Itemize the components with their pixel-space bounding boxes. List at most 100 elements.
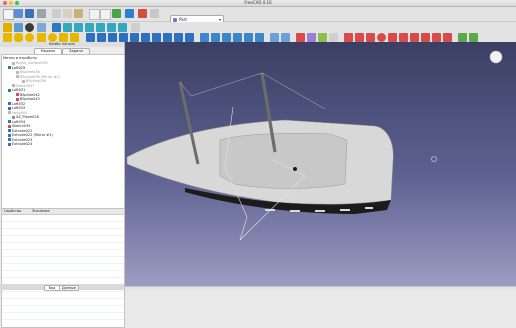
common-icon[interactable] [233, 33, 242, 42]
stereo-icon[interactable] [37, 23, 46, 32]
tree-item[interactable]: Extrude022 (Mirror #1) [8, 133, 53, 137]
sweep-icon[interactable] [163, 33, 172, 42]
cut-shape-icon[interactable] [211, 33, 220, 42]
save-document-icon[interactable] [25, 9, 34, 18]
view-bottom-icon[interactable] [107, 23, 116, 32]
refresh-icon[interactable] [112, 9, 121, 18]
fillet-icon[interactable] [119, 33, 128, 42]
new-document-icon[interactable] [3, 9, 14, 20]
tree-item[interactable]: Loft032 [8, 102, 25, 106]
sketcher-fillet-icon[interactable] [421, 33, 430, 42]
sketch-icon [8, 124, 11, 128]
cut-icon[interactable] [52, 9, 61, 18]
sketcher-bspline-icon[interactable] [410, 33, 419, 42]
view-rear-icon[interactable] [96, 23, 105, 32]
part-torus-icon[interactable] [48, 33, 57, 42]
sketcher-map-icon[interactable] [329, 33, 338, 42]
tree-item[interactable]: Loft034 [8, 120, 25, 124]
sketcher-arc-icon[interactable] [366, 33, 375, 42]
revolve-icon[interactable] [97, 33, 106, 42]
tab-data[interactable]: Данные [59, 285, 79, 291]
boolean-icon[interactable] [200, 33, 209, 42]
sketcher-external-icon[interactable] [443, 33, 452, 42]
sketcher-edit-icon[interactable] [307, 33, 316, 42]
tree-item[interactable]: BSpline036 [22, 79, 46, 83]
draw-style-icon[interactable] [25, 23, 34, 32]
part-sphere-icon[interactable] [25, 33, 34, 42]
sketcher-polyline-icon[interactable] [388, 33, 397, 42]
tree-item[interactable]: Loft031 [8, 88, 25, 92]
fit-all-icon[interactable] [3, 23, 12, 32]
compound-icon[interactable] [270, 33, 279, 42]
copy-icon[interactable] [63, 9, 72, 18]
cross-sections-icon[interactable] [255, 33, 264, 42]
offset-icon[interactable] [174, 33, 183, 42]
view-front-icon[interactable] [63, 23, 72, 32]
view-top-icon[interactable] [74, 23, 83, 32]
fuse-icon[interactable] [222, 33, 231, 42]
what-is-this-icon[interactable] [125, 9, 134, 18]
part-shape-builder-icon[interactable] [70, 33, 79, 42]
sketcher-line-icon[interactable] [355, 33, 364, 42]
tree-item[interactable]: BSpline036 (Mirror #1) [16, 75, 60, 79]
tree-item-label: Extrude021 [12, 128, 33, 133]
view-axo-icon[interactable] [52, 23, 61, 32]
deck-fitting [293, 167, 297, 171]
mirror-icon[interactable] [108, 33, 117, 42]
tree-item[interactable]: Helix001 [8, 111, 27, 115]
loft-icon [8, 106, 11, 110]
macro-icon[interactable] [138, 9, 147, 18]
chamfer-icon[interactable] [130, 33, 139, 42]
model-tree[interactable]: Метки и атрибуты Ruled_Surface038 Loft02… [1, 54, 125, 210]
tree-item[interactable]: Sketch039 [8, 124, 30, 128]
sketcher-circle-icon[interactable] [377, 33, 386, 42]
tree-item[interactable]: XZ_Plane026 [12, 115, 39, 119]
tree-item[interactable]: BSpline042 [16, 93, 40, 97]
tree-item[interactable]: Sketch037 [12, 84, 34, 88]
part-cylinder-icon[interactable] [14, 33, 23, 42]
tree-item[interactable]: Extrude023 [8, 138, 32, 142]
sketcher-point-icon[interactable] [344, 33, 353, 42]
view-left-icon[interactable] [118, 23, 127, 32]
fit-selection-icon[interactable] [14, 23, 23, 32]
measure-distance-icon[interactable] [131, 23, 140, 32]
extrude-icon [8, 138, 11, 141]
tree-item[interactable]: Ruled_Surface038 [12, 61, 48, 65]
ruled-surface-icon[interactable] [141, 33, 150, 42]
3d-viewport[interactable] [125, 42, 516, 286]
redo-icon[interactable] [100, 9, 111, 20]
part-cone-icon[interactable] [37, 33, 46, 42]
sketcher-rectangle-icon[interactable] [399, 33, 408, 42]
extrude-icon[interactable] [86, 33, 95, 42]
sketcher-trim-icon[interactable] [432, 33, 441, 42]
sketcher-validate-icon[interactable] [469, 33, 478, 42]
property-row [2, 291, 124, 292]
undo-icon[interactable] [89, 9, 100, 20]
view-right-icon[interactable] [85, 23, 94, 32]
stop-macro-icon[interactable] [150, 9, 159, 18]
bspline-icon [16, 70, 19, 74]
tree-item[interactable]: Extrude021 [8, 129, 32, 133]
thickness-icon[interactable] [185, 33, 194, 42]
tab-view[interactable]: Вид [44, 285, 60, 291]
explode-compound-icon[interactable] [281, 33, 290, 42]
tree-item[interactable]: BSpline036 [16, 70, 40, 74]
tree-item[interactable]: Loft029 [8, 66, 25, 70]
sketcher-leave-icon[interactable] [318, 33, 327, 42]
tree-item-label: Loft034 [12, 119, 26, 124]
property-editor[interactable]: Свойство Значение [1, 208, 125, 328]
boat-model-render [126, 50, 503, 241]
paste-icon[interactable] [74, 9, 83, 18]
tree-item[interactable]: Loft033 [8, 106, 25, 110]
part-primitives-icon[interactable] [59, 33, 68, 42]
section-icon[interactable] [244, 33, 253, 42]
tree-item[interactable]: BSpline043 [16, 97, 40, 101]
sketcher-constraint-icon[interactable] [458, 33, 467, 42]
sketcher-new-sketch-icon[interactable] [296, 33, 305, 42]
open-document-icon[interactable] [14, 9, 23, 18]
tree-item[interactable]: Extrude024 [8, 142, 32, 146]
print-icon[interactable] [37, 9, 46, 18]
part-box-icon[interactable] [3, 33, 12, 42]
combo-view-tabs: Модель Задачи [0, 47, 124, 55]
loft-icon[interactable] [152, 33, 161, 42]
